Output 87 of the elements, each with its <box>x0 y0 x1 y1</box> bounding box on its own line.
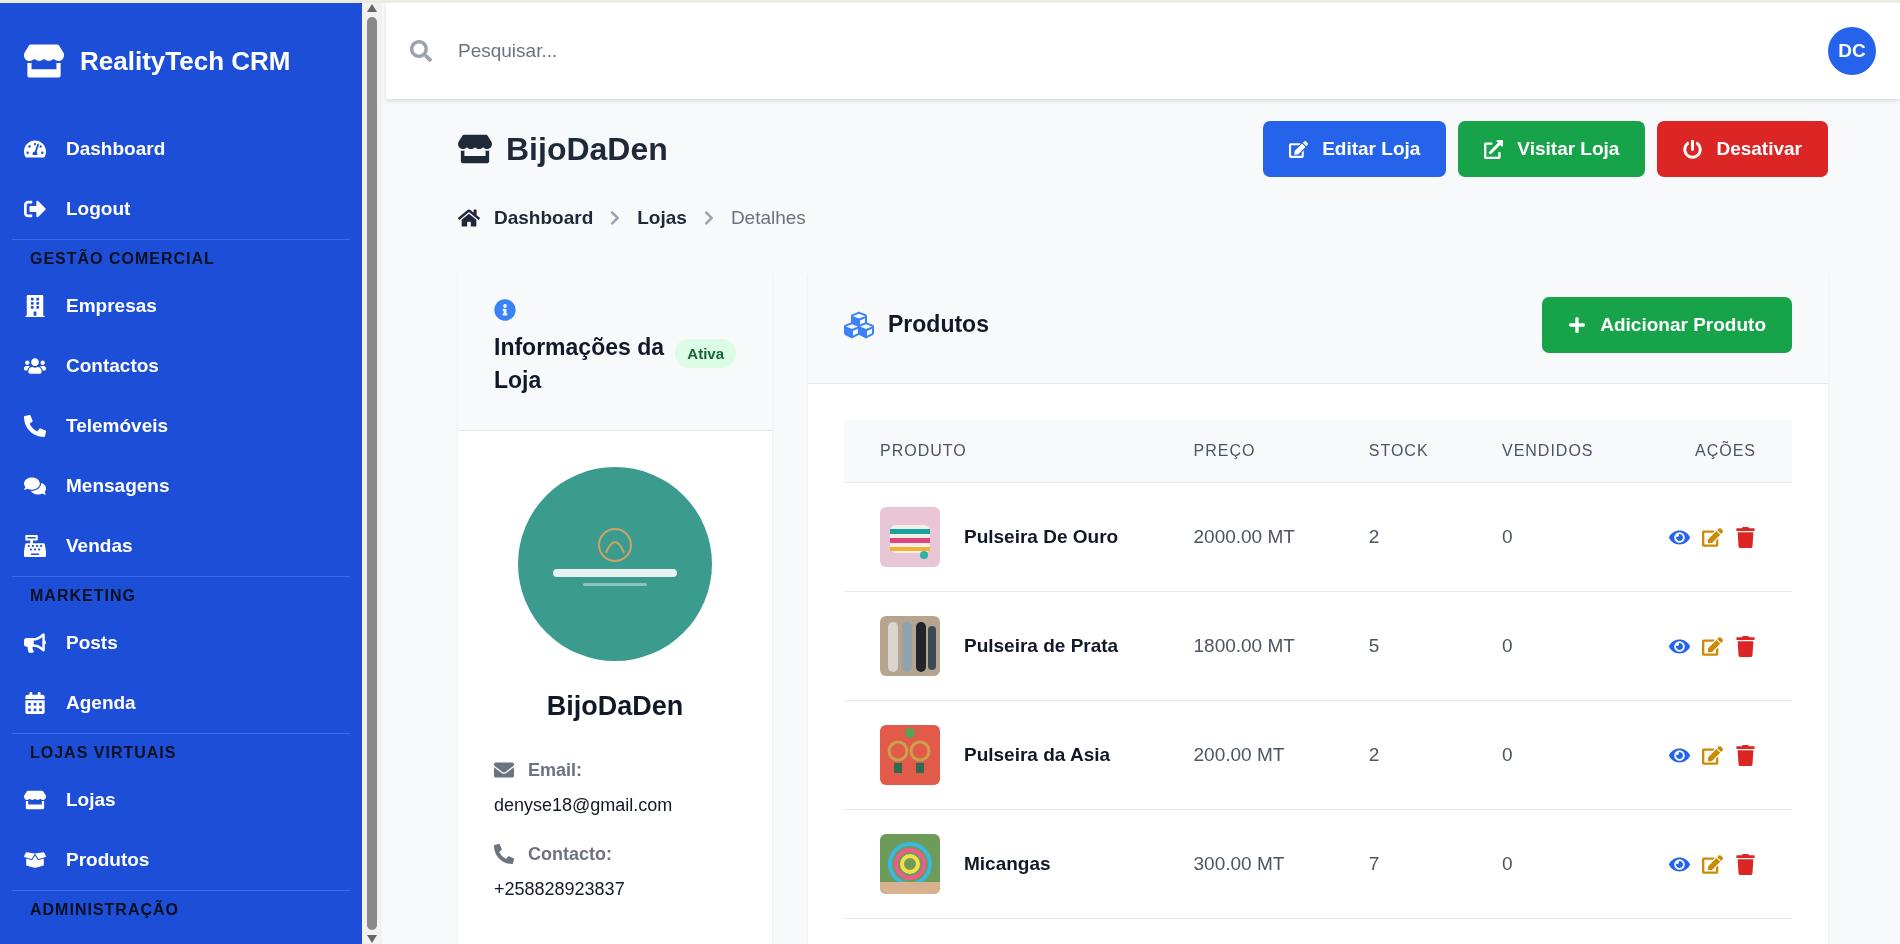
power-icon <box>1683 139 1703 159</box>
sidebar-item[interactable]: Mensagens <box>12 456 350 516</box>
edit-store-button[interactable]: Editar Loja <box>1263 121 1447 177</box>
calendar-icon <box>24 692 46 714</box>
price-cell: 200.00 MT <box>1193 744 1285 765</box>
sidebar-item[interactable]: Empresas <box>12 276 350 336</box>
product-name: Pulseira De Ouro <box>964 526 1119 548</box>
user-avatar[interactable]: DC <box>1828 27 1876 75</box>
product-name: Pulseira da Asia <box>964 744 1111 766</box>
envelope-icon <box>494 760 514 781</box>
card-title: Produtos <box>888 310 989 340</box>
sidebar-item[interactable]: Logout <box>12 179 350 239</box>
search-icon <box>410 40 432 62</box>
sidebar-item[interactable]: Agenda <box>12 673 350 733</box>
sidebar-item[interactable]: Lojas <box>12 770 350 830</box>
card-title: Informações da Loja <box>494 333 666 396</box>
store-icon <box>24 789 46 811</box>
delete-button[interactable] <box>1735 526 1756 548</box>
sidebar-item[interactable]: Vendas <box>12 516 350 576</box>
section-heading: GESTÃO COMERCIAL <box>12 239 350 276</box>
column-header: STOCK <box>1332 420 1466 483</box>
store-name: BijoDaDen <box>545 690 685 722</box>
box-icon <box>24 849 46 871</box>
edit-button[interactable] <box>1702 744 1723 766</box>
breadcrumb-link[interactable]: Lojas <box>637 207 687 229</box>
sidebar-item[interactable]: Produtos <box>12 830 350 890</box>
deactivate-button[interactable]: Desativar <box>1657 121 1828 177</box>
breadcrumb-link[interactable]: Detalhes <box>730 207 806 229</box>
product-name: Pulseira de Prata <box>964 635 1119 657</box>
delete-button[interactable] <box>1735 744 1756 766</box>
sold-cell: 0 <box>1501 635 1513 656</box>
sidebar-item[interactable]: Posts <box>12 613 350 673</box>
scroll-up-icon[interactable] <box>366 3 378 13</box>
breadcrumb-link[interactable]: Dashboard <box>494 207 594 229</box>
price-cell: 300.00 MT <box>1193 853 1285 874</box>
column-header: VENDIDOS <box>1465 420 1632 483</box>
field-label: Email: <box>528 759 583 781</box>
stock-cell: 2 <box>1368 744 1380 765</box>
home-icon <box>458 207 480 229</box>
store-icon <box>24 41 64 81</box>
stock-cell: 2 <box>1368 526 1380 547</box>
field-value: +258828923837 <box>494 878 626 900</box>
section-heading: MARKETING <box>12 576 350 613</box>
edit-button[interactable] <box>1702 853 1723 875</box>
field-value: denyse18@gmail.com <box>494 794 674 816</box>
section-heading: LOJAS VIRTUAIS <box>12 733 350 770</box>
sold-cell: 0 <box>1501 744 1513 765</box>
logout-icon <box>24 198 46 220</box>
users-icon <box>24 355 46 377</box>
info-icon <box>494 299 516 321</box>
price-cell: 1800.00 MT <box>1193 635 1295 656</box>
price-cell: 2000.00 MT <box>1193 526 1295 547</box>
delete-button[interactable] <box>1735 853 1756 875</box>
section-heading: ADMINISTRAÇÃO <box>12 890 350 927</box>
cubes-icon <box>844 310 874 340</box>
product-name: Micangas <box>964 853 1051 875</box>
store-icon <box>458 132 492 166</box>
scrollbar[interactable] <box>362 3 382 944</box>
brand-name: RealityTech CRM <box>80 45 291 77</box>
delete-button[interactable] <box>1735 635 1756 657</box>
stock-cell: 7 <box>1368 853 1380 874</box>
phone-icon <box>24 415 46 437</box>
gauge-icon <box>24 138 46 160</box>
cash-register-icon <box>24 535 46 557</box>
phone-icon <box>494 844 514 865</box>
megaphone-icon <box>24 632 46 654</box>
external-link-icon <box>1484 139 1504 159</box>
edit-button[interactable] <box>1702 635 1723 657</box>
column-header: AÇÕES <box>1631 420 1792 483</box>
chat-icon <box>24 475 46 497</box>
field-label: Contacto: <box>528 843 612 865</box>
sidebar-item[interactable]: Telemóveis <box>12 396 350 456</box>
sold-cell: 0 <box>1501 853 1513 874</box>
search-field[interactable]: Pesquisar... <box>456 39 1804 63</box>
sold-cell: 0 <box>1501 526 1513 547</box>
column-header: PREÇO <box>1157 420 1333 483</box>
status-badge: Ativa <box>675 339 736 368</box>
edit-icon <box>1289 139 1309 159</box>
sidebar-item[interactable]: Dashboard <box>12 119 350 179</box>
stock-cell: 5 <box>1368 635 1380 656</box>
plus-icon <box>1568 316 1587 334</box>
building-icon <box>24 295 46 317</box>
column-header: PRODUTO <box>844 420 1158 483</box>
page-title: BijoDaDen <box>506 130 668 168</box>
sidebar-item[interactable]: Contactos <box>12 336 350 396</box>
scroll-down-icon[interactable] <box>366 934 378 944</box>
edit-button[interactable] <box>1702 526 1723 548</box>
